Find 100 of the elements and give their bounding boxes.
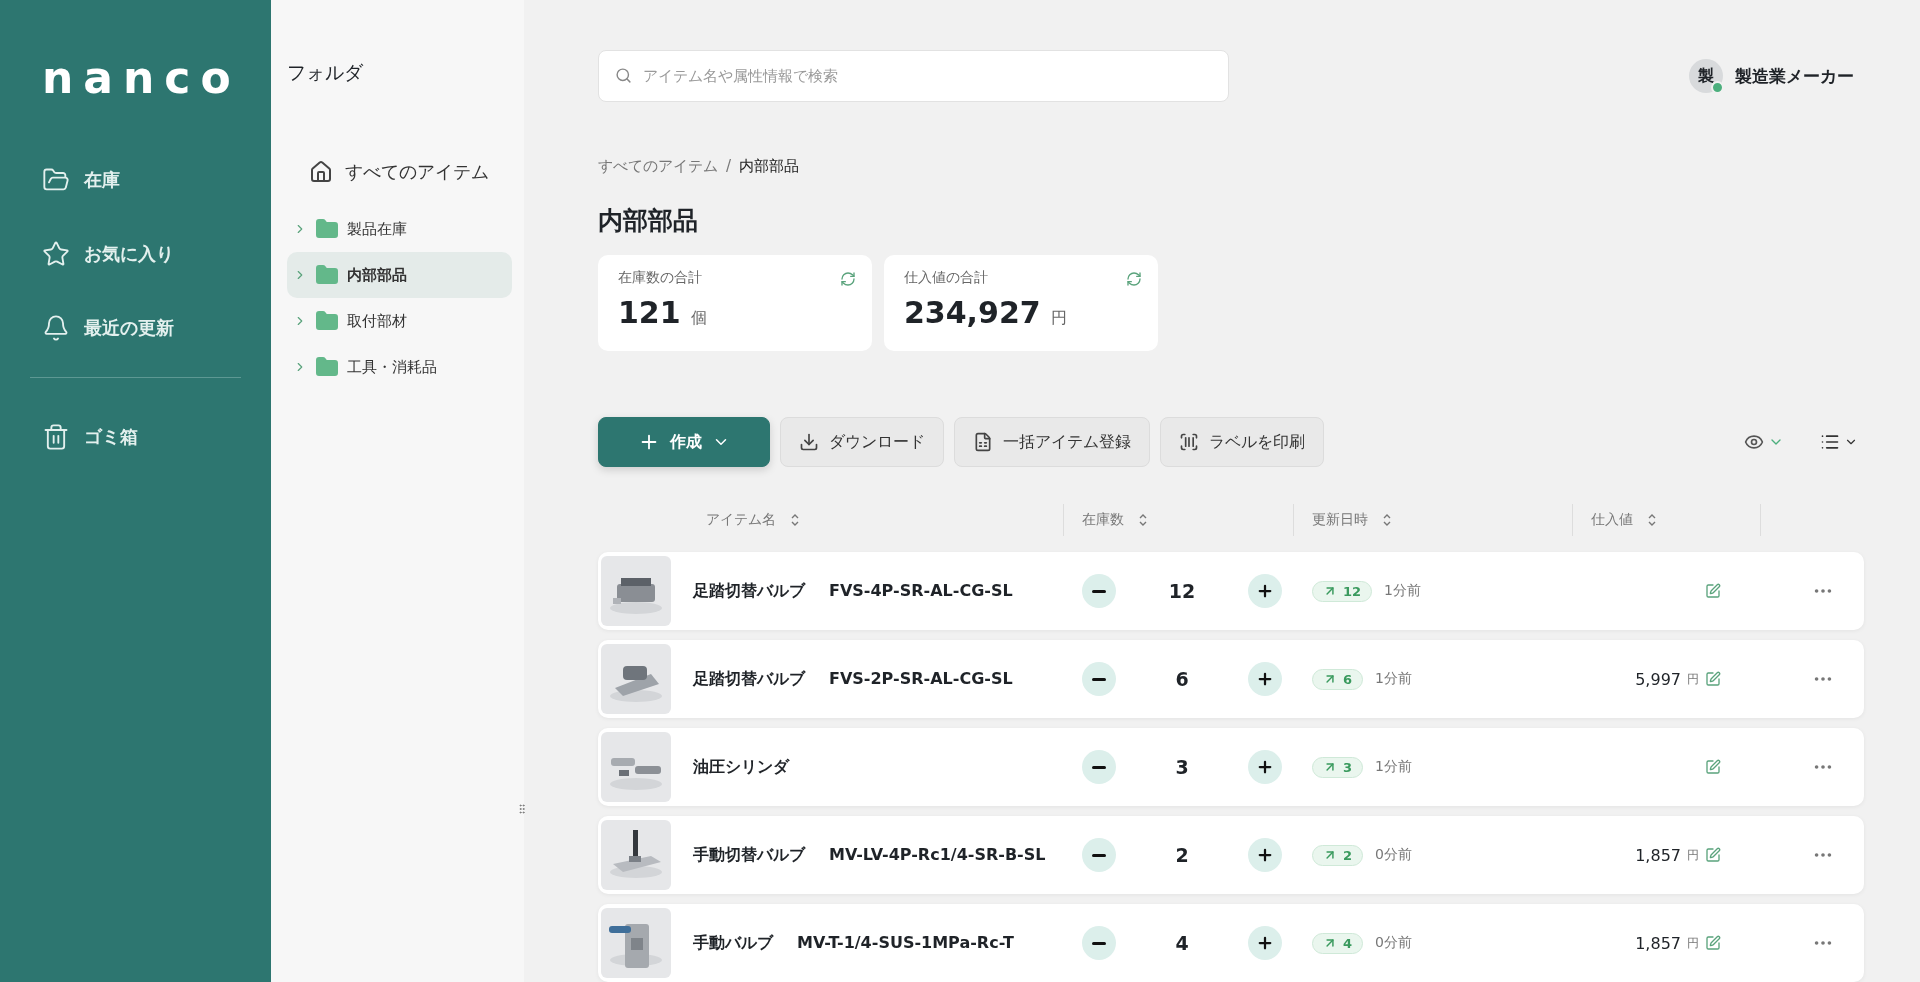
currency-unit: 円 [1687, 670, 1699, 688]
toolbar-button[interactable]: 作成 [598, 417, 770, 467]
increase-button[interactable] [1248, 838, 1282, 872]
avatar[interactable]: 製 [1689, 59, 1723, 93]
folder-item[interactable]: 工具・消耗品 [287, 344, 512, 390]
user-name: 製造業メーカー [1735, 64, 1854, 88]
folder-item[interactable]: 製品在庫 [287, 206, 512, 252]
change-badge: 3 [1312, 756, 1364, 778]
change-badge: 12 [1312, 580, 1373, 602]
minus-icon [1092, 589, 1106, 593]
quantity: 6 [1175, 668, 1189, 690]
decrease-button[interactable] [1082, 750, 1116, 784]
arrow-icon [1323, 936, 1337, 950]
breadcrumb-separator: / [726, 157, 732, 176]
page-title: 内部部品 [598, 205, 699, 237]
toolbar-button[interactable]: ラベルを印刷 [1160, 417, 1324, 467]
plus-icon [1256, 582, 1274, 600]
currency-unit: 円 [1687, 934, 1699, 952]
sort-icon [1647, 512, 1657, 527]
folder-item[interactable]: すべてのアイテム [287, 150, 512, 194]
decrease-button[interactable] [1082, 838, 1116, 872]
plus-icon [1256, 846, 1274, 864]
stat-value: 121 [618, 295, 681, 330]
price: 5,997 [1635, 669, 1681, 689]
plus-icon [1256, 758, 1274, 776]
item-name: 手動バルブ MV-T-1/4-SUS-1MPa-Rc-T [692, 932, 1015, 954]
price: 1,857 [1635, 845, 1681, 865]
item-name: 油圧シリンダ [692, 756, 791, 778]
increase-button[interactable] [1248, 750, 1282, 784]
decrease-button[interactable] [1082, 662, 1116, 696]
column-header[interactable]: アイテム名 [688, 503, 1064, 536]
edit-icon[interactable] [1705, 583, 1721, 599]
spreadsheet-icon [973, 432, 993, 452]
folder-icon [315, 309, 339, 333]
trash-icon [42, 423, 70, 451]
refresh-icon[interactable] [1126, 271, 1142, 287]
folder-item[interactable]: 取付部材 [287, 298, 512, 344]
folder-icon [315, 263, 339, 287]
folder-icon [315, 217, 339, 241]
update-time: 1分前 [1384, 582, 1421, 600]
stat-label: 仕入値の合計 [904, 269, 988, 287]
item-row[interactable]: 油圧シリンダ 3 3 1分前 [598, 728, 1864, 806]
minus-icon [1092, 765, 1106, 769]
increase-button[interactable] [1248, 926, 1282, 960]
currency-unit: 円 [1687, 846, 1699, 864]
edit-icon[interactable] [1705, 847, 1721, 863]
star-icon [42, 240, 70, 268]
edit-icon[interactable] [1705, 759, 1721, 775]
minus-icon [1092, 677, 1106, 681]
plus-icon [1256, 934, 1274, 952]
update-time: 0分前 [1375, 846, 1412, 864]
decrease-button[interactable] [1082, 926, 1116, 960]
update-time: 1分前 [1375, 670, 1412, 688]
list-icon [1820, 432, 1840, 452]
bell-icon [42, 314, 70, 342]
price: 1,857 [1635, 933, 1681, 953]
search-field[interactable]: アイテム名や属性情報で検索 [598, 50, 1229, 102]
item-row[interactable]: 足踏切替バルブ FVS-4P-SR-AL-CG-SL 12 12 1分前 [598, 552, 1864, 630]
update-time: 1分前 [1375, 758, 1412, 776]
plus-icon [1256, 670, 1274, 688]
item-row[interactable]: 手動バルブ MV-T-1/4-SUS-1MPa-Rc-T 4 4 0分前 1,857 円 [598, 904, 1864, 982]
stat-value: 234,927 [904, 295, 1041, 330]
panel-title: フォルダ [287, 60, 364, 85]
nav-item[interactable]: ゴミ箱 [0, 400, 271, 474]
arrow-icon [1323, 760, 1337, 774]
stat-label: 在庫数の合計 [618, 269, 702, 287]
edit-icon[interactable] [1705, 671, 1721, 687]
arrow-icon [1323, 672, 1337, 686]
arrow-icon [1323, 848, 1337, 862]
download-icon [799, 432, 819, 452]
home-icon [309, 160, 333, 184]
item-row[interactable]: 足踏切替バルブ FVS-2P-SR-AL-CG-SL 6 6 1分前 5,997 円 [598, 640, 1864, 718]
minus-icon [1092, 853, 1106, 857]
decrease-button[interactable] [1082, 574, 1116, 608]
item-row[interactable]: 手動切替バルブ MV-LV-4P-Rc1/4-SR-B-SL 2 2 0分前 1,857 円 [598, 816, 1864, 894]
quantity: 2 [1175, 844, 1189, 866]
nav-item[interactable]: お気に入り [0, 217, 271, 291]
refresh-icon[interactable] [840, 271, 856, 287]
breadcrumb-link[interactable]: 内部部品 [739, 157, 800, 176]
folder-icon [315, 355, 339, 379]
breadcrumb-link[interactable]: すべてのアイテム [598, 157, 718, 176]
eye-icon [1744, 432, 1764, 452]
toolbar-button[interactable]: 一括アイテム登録 [954, 417, 1150, 467]
toolbar-button[interactable]: ダウンロード [780, 417, 944, 467]
sort-icon [1382, 512, 1392, 527]
arrow-icon [1323, 584, 1337, 598]
change-badge: 6 [1312, 668, 1364, 690]
stat-unit: 円 [1050, 308, 1067, 329]
column-header[interactable]: 更新日時 [1294, 503, 1573, 536]
column-header[interactable]: 在庫数 [1064, 503, 1294, 536]
minus-icon [1092, 941, 1106, 945]
search-icon [615, 67, 632, 84]
edit-icon[interactable] [1705, 935, 1721, 951]
increase-button[interactable] [1248, 574, 1282, 608]
nav-item[interactable]: 最近の更新 [0, 291, 271, 365]
column-header[interactable]: 仕入値 [1573, 503, 1761, 536]
folder-item[interactable]: 内部部品 [287, 252, 512, 298]
resize-handle[interactable] [516, 803, 528, 815]
increase-button[interactable] [1248, 662, 1282, 696]
nav-item[interactable]: 在庫 [0, 143, 271, 217]
